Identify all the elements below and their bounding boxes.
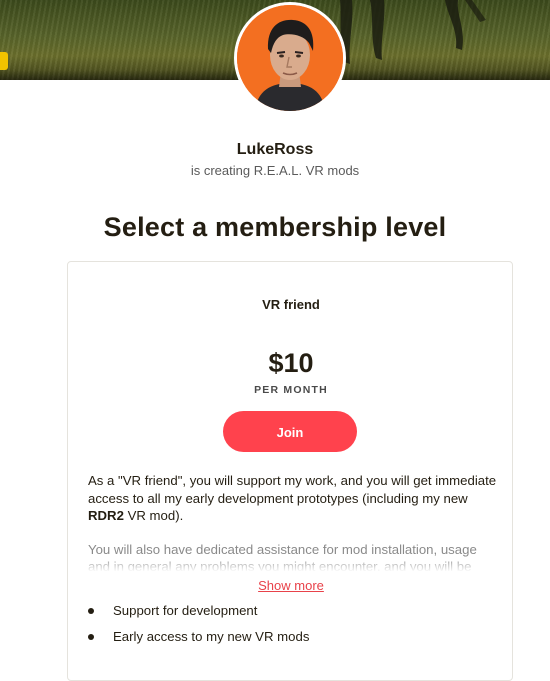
show-more-link[interactable]: Show more <box>68 578 514 593</box>
join-button[interactable]: Join <box>223 411 357 452</box>
benefit-list: Support for development Early access to … <box>88 602 498 654</box>
tier-description: As a "VR friend", you will support my wo… <box>88 472 498 571</box>
creator-name[interactable]: LukeRoss <box>0 141 550 159</box>
bullet-icon <box>88 634 94 640</box>
benefit-item: Early access to my new VR mods <box>88 628 498 654</box>
description-text: VR mod). <box>123 508 184 523</box>
tier-card: VR friend $10 PER MONTH Join As a "VR fr… <box>67 261 513 681</box>
tier-description-text: As a "VR friend", you will support my wo… <box>88 472 498 525</box>
benefit-label: Early access to my new VR mods <box>113 629 310 644</box>
benefit-item: Support for development <box>88 602 498 628</box>
horse-silhouette-icon <box>340 0 486 64</box>
creator-avatar[interactable] <box>234 2 346 114</box>
benefit-label: Support for development <box>113 603 258 618</box>
creator-tagline: is creating R.E.A.L. VR mods <box>190 163 360 178</box>
description-bold-text: RDR2 <box>88 508 124 523</box>
tier-name: VR friend <box>262 297 320 312</box>
tier-period: PER MONTH <box>254 384 328 396</box>
page-title: Select a membership level <box>103 212 447 242</box>
brand-mark-icon <box>0 52 8 70</box>
tier-description-faded: You will also have dedicated assistance … <box>88 541 498 571</box>
portrait-icon <box>237 5 343 111</box>
description-text: As a "VR friend", you will support my wo… <box>88 473 497 506</box>
tier-price: $10 <box>268 348 314 378</box>
bullet-icon <box>88 608 94 614</box>
